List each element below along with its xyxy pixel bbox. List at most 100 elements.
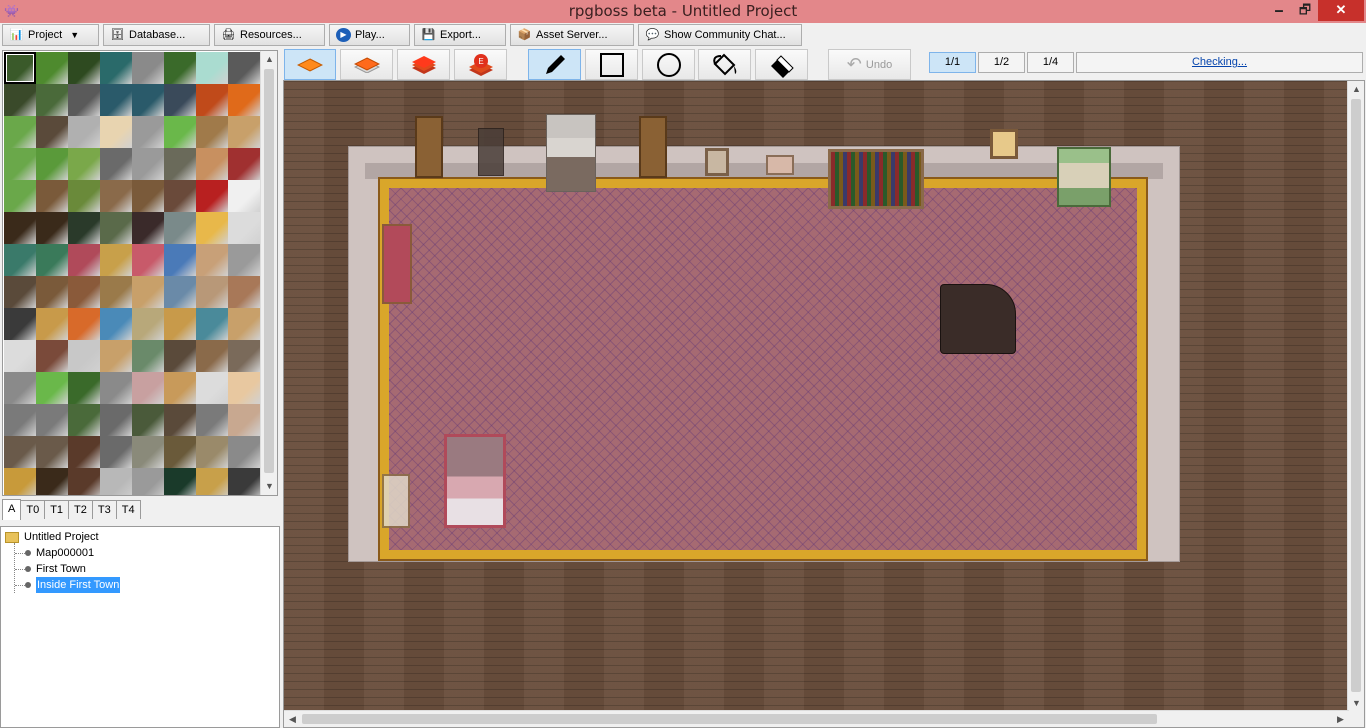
layer-1-button[interactable]	[284, 49, 336, 80]
tileset-tile[interactable]	[100, 212, 132, 244]
tileset-tile[interactable]	[68, 404, 100, 436]
tileset-tile[interactable]	[164, 468, 196, 495]
tileset-tile[interactable]	[68, 244, 100, 276]
tree-item-inside-first-town[interactable]: Inside First Town	[25, 577, 121, 593]
tab-a[interactable]: A	[2, 499, 22, 520]
tileset-tile[interactable]	[228, 212, 260, 244]
tileset-tile[interactable]	[68, 340, 100, 372]
tileset-tile[interactable]	[4, 276, 36, 308]
tileset-tile[interactable]	[68, 148, 100, 180]
pencil-tool-button[interactable]	[528, 49, 581, 80]
tileset-tile[interactable]	[4, 372, 36, 404]
tileset-tile[interactable]	[68, 468, 100, 495]
tileset-tile[interactable]	[68, 308, 100, 340]
tileset-tile[interactable]	[132, 308, 164, 340]
tab-t2[interactable]: T2	[68, 500, 93, 519]
scrollbar-thumb[interactable]	[264, 69, 274, 473]
tileset-tile[interactable]	[164, 180, 196, 212]
fill-tool-button[interactable]	[698, 49, 751, 80]
tileset-tile[interactable]	[100, 468, 132, 495]
tileset-tile[interactable]	[196, 180, 228, 212]
tileset-tile[interactable]	[36, 244, 68, 276]
tileset-tile[interactable]	[132, 468, 164, 495]
tileset-tile[interactable]	[228, 244, 260, 276]
tileset-tile[interactable]	[100, 84, 132, 116]
tileset-tile[interactable]	[228, 468, 260, 495]
scroll-down-arrow[interactable]: ▼	[1348, 695, 1364, 712]
tileset-tile[interactable]	[164, 276, 196, 308]
tab-t3[interactable]: T3	[91, 500, 117, 519]
tileset-tile[interactable]	[4, 436, 36, 468]
map-canvas[interactable]: ▲ ▼ ◀ ▶	[283, 80, 1365, 728]
tree-item-first-town[interactable]: First Town	[25, 561, 86, 577]
tileset-tile[interactable]	[196, 116, 228, 148]
tileset-tile[interactable]	[100, 116, 132, 148]
tileset-tile[interactable]	[132, 116, 164, 148]
tileset-grid[interactable]	[4, 52, 260, 495]
tileset-tile[interactable]	[36, 84, 68, 116]
tileset-tile[interactable]	[68, 180, 100, 212]
scrollbar-thumb[interactable]	[1351, 99, 1361, 692]
tileset-tile[interactable]	[36, 180, 68, 212]
tileset-tile[interactable]	[132, 244, 164, 276]
tileset-tile[interactable]	[36, 372, 68, 404]
tileset-tile[interactable]	[196, 404, 228, 436]
tileset-tile[interactable]	[68, 276, 100, 308]
tileset-tile[interactable]	[196, 372, 228, 404]
tileset-tile[interactable]	[132, 436, 164, 468]
scroll-up-arrow[interactable]: ▲	[1348, 81, 1364, 98]
export-button[interactable]: 💾 Export...	[414, 24, 506, 46]
tileset-tile[interactable]	[36, 116, 68, 148]
tileset-tile[interactable]	[164, 372, 196, 404]
event-layer-button[interactable]: E	[454, 49, 507, 80]
tileset-tile[interactable]	[4, 308, 36, 340]
tileset-tile[interactable]	[196, 340, 228, 372]
tileset-tile[interactable]	[100, 308, 132, 340]
tileset-tile[interactable]	[228, 148, 260, 180]
tileset-tile[interactable]	[100, 180, 132, 212]
tileset-scrollbar[interactable]: ▲ ▼	[260, 51, 277, 495]
tileset-tile[interactable]	[196, 436, 228, 468]
tileset-tile[interactable]	[68, 84, 100, 116]
zoom-1-1-button[interactable]: 1/1	[929, 52, 976, 73]
tileset-tile[interactable]	[100, 276, 132, 308]
tileset-tile[interactable]	[196, 148, 228, 180]
tileset-tile[interactable]	[4, 84, 36, 116]
tileset-tile[interactable]	[4, 148, 36, 180]
tileset-tile[interactable]	[36, 436, 68, 468]
tileset-tile[interactable]	[164, 340, 196, 372]
tileset-tile[interactable]	[36, 148, 68, 180]
tileset-tile[interactable]	[36, 468, 68, 495]
eraser-tool-button[interactable]	[755, 49, 808, 80]
tileset-tile[interactable]	[100, 436, 132, 468]
scroll-down-arrow[interactable]: ▼	[261, 478, 277, 495]
tileset-tile[interactable]	[4, 340, 36, 372]
tileset-tile[interactable]	[196, 308, 228, 340]
tileset-tile[interactable]	[164, 404, 196, 436]
scrollbar-thumb[interactable]	[302, 714, 1157, 724]
scroll-left-arrow[interactable]: ◀	[284, 711, 301, 727]
tileset-tile[interactable]	[100, 404, 132, 436]
tileset-tile[interactable]	[164, 52, 196, 84]
tree-root[interactable]: Untitled Project	[5, 529, 99, 545]
update-status-link[interactable]: Checking...	[1076, 52, 1363, 73]
tileset-tile[interactable]	[228, 436, 260, 468]
tileset-tile[interactable]	[4, 404, 36, 436]
tileset-tile[interactable]	[100, 148, 132, 180]
tileset-tile[interactable]	[164, 212, 196, 244]
tileset-tile[interactable]	[228, 116, 260, 148]
project-menu-button[interactable]: 📊 Project ▼	[2, 24, 99, 46]
tileset-tile[interactable]	[68, 372, 100, 404]
tileset-tile[interactable]	[36, 52, 68, 84]
tileset-tile[interactable]	[4, 468, 36, 495]
tileset-tile[interactable]	[132, 276, 164, 308]
tileset-tile[interactable]	[68, 116, 100, 148]
tileset-tile[interactable]	[228, 84, 260, 116]
zoom-1-2-button[interactable]: 1/2	[978, 52, 1025, 73]
tileset-tile[interactable]	[228, 52, 260, 84]
ellipse-tool-button[interactable]	[642, 49, 695, 80]
tileset-tile[interactable]	[132, 212, 164, 244]
tileset-tile[interactable]	[132, 84, 164, 116]
scroll-right-arrow[interactable]: ▶	[1332, 711, 1349, 727]
tileset-tile[interactable]	[164, 148, 196, 180]
